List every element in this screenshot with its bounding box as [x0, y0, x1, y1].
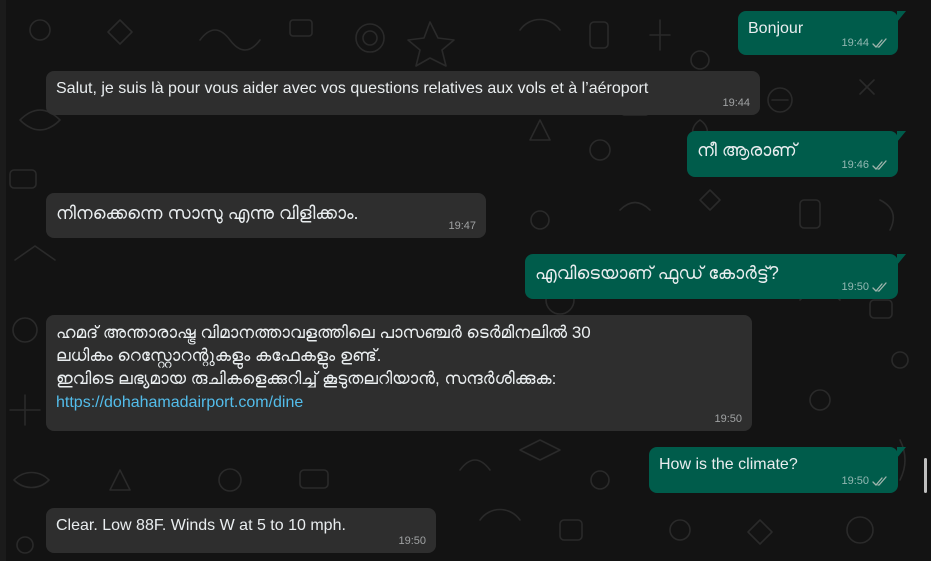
- message-line: ഹമദ് അന്താരാഷ്ട്ര വിമാനത്താവളത്തിലെ പാസഞ…: [56, 323, 591, 342]
- double-check-icon: [872, 159, 887, 170]
- message-text: നീ ആരാണ്: [697, 140, 797, 160]
- double-check-icon: [872, 281, 887, 292]
- message-time: 19:50: [398, 535, 426, 547]
- message-text: നിനക്കെന്നെ സാസു എന്നു വിളിക്കാം.: [56, 203, 359, 223]
- scrollbar[interactable]: [919, 0, 931, 561]
- double-check-icon: [872, 475, 887, 486]
- message-time: 19:50: [841, 281, 869, 293]
- message-time: 19:47: [448, 220, 476, 232]
- message-meta: 19:46: [841, 158, 888, 172]
- message-time: 19:44: [841, 37, 869, 49]
- incoming-message[interactable]: Salut, je suis là pour vous aider avec v…: [46, 71, 760, 115]
- outgoing-message[interactable]: എവിടെയാണ് ഫുഡ് കോർട്ട്? 19:50: [525, 254, 906, 299]
- message-meta: 19:50: [398, 534, 426, 548]
- message-time: 19:50: [841, 475, 869, 487]
- incoming-message[interactable]: Clear. Low 88F. Winds W at 5 to 10 mph. …: [46, 508, 436, 553]
- message-meta: 19:50: [714, 412, 742, 426]
- message-meta: 19:50: [841, 474, 888, 488]
- double-check-icon: [872, 37, 887, 48]
- incoming-message[interactable]: ഹമദ് അന്താരാഷ്ട്ര വിമാനത്താവളത്തിലെ പാസഞ…: [46, 315, 752, 431]
- message-text: ഹമദ് അന്താരാഷ്ട്ര വിമാനത്താവളത്തിലെ പാസഞ…: [56, 321, 591, 414]
- message-text: Clear. Low 88F. Winds W at 5 to 10 mph.: [56, 517, 346, 534]
- message-meta: 19:47: [448, 219, 476, 233]
- message-line: ഇവിടെ ലഭ്യമായ രുചികളെക്കുറിച്ച് കൂടുതലറി…: [56, 369, 557, 388]
- message-text: എവിടെയാണ് ഫുഡ് കോർട്ട്?: [535, 263, 779, 283]
- message-time: 19:50: [714, 413, 742, 425]
- message-line: ലധികം റെസ്റ്റോറന്റുകളും കഫേകളും ഉണ്ട്.: [56, 346, 382, 365]
- message-text: How is the climate?: [659, 456, 798, 473]
- dine-link[interactable]: https://dohahamadairport.com/dine: [56, 394, 303, 411]
- outgoing-message[interactable]: നീ ആരാണ് 19:46: [687, 131, 906, 177]
- message-text: Salut, je suis là pour vous aider avec v…: [56, 80, 649, 97]
- message-meta: 19:44: [722, 96, 750, 110]
- outgoing-message[interactable]: Bonjour 19:44: [738, 11, 906, 55]
- panel-divider: [0, 0, 6, 561]
- outgoing-message[interactable]: How is the climate? 19:50: [649, 447, 906, 493]
- scrollbar-thumb[interactable]: [924, 458, 927, 493]
- message-time: 19:44: [722, 97, 750, 109]
- message-time: 19:46: [841, 159, 869, 171]
- chat-panel: Bonjour 19:44 Salut, je suis là pour vou…: [0, 0, 931, 561]
- incoming-message[interactable]: നിനക്കെന്നെ സാസു എന്നു വിളിക്കാം. 19:47: [46, 193, 486, 238]
- message-text: Bonjour: [748, 20, 804, 37]
- message-meta: 19:44: [841, 36, 888, 50]
- message-meta: 19:50: [841, 280, 888, 294]
